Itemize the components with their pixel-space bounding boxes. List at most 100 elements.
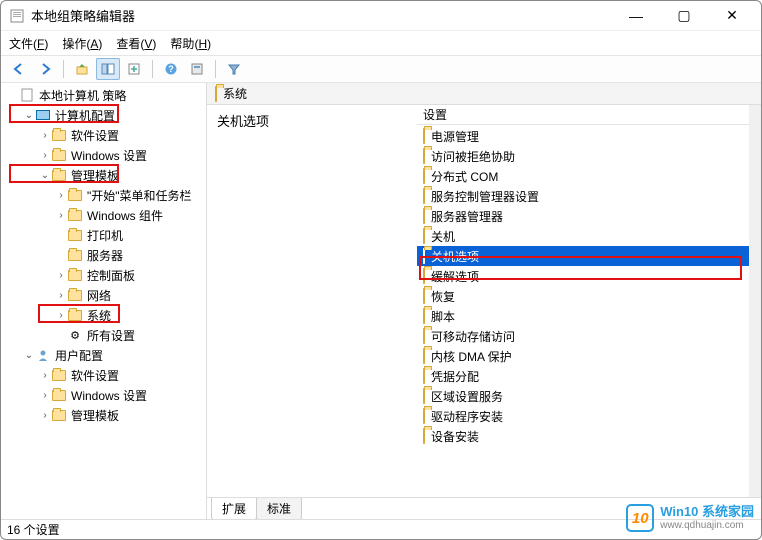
tree-node[interactable]: ⌄管理模板 bbox=[1, 165, 206, 185]
chevron-right-icon[interactable]: › bbox=[39, 130, 51, 141]
list-item[interactable]: 区域设置服务 bbox=[417, 386, 749, 406]
chevron-right-icon[interactable]: › bbox=[39, 410, 51, 421]
chevron-down-icon[interactable]: ⌄ bbox=[39, 170, 51, 181]
chevron-right-icon[interactable]: › bbox=[55, 310, 67, 321]
chevron-right-icon[interactable]: › bbox=[55, 270, 67, 281]
chevron-right-icon[interactable]: › bbox=[39, 370, 51, 381]
tree-root-label: 本地计算机 策略 bbox=[39, 87, 126, 104]
list-item[interactable]: 恢复 bbox=[417, 286, 749, 306]
chevron-right-icon[interactable]: › bbox=[39, 390, 51, 401]
export-button[interactable] bbox=[122, 58, 146, 80]
toolbar-separator bbox=[215, 60, 216, 78]
tab-extended[interactable]: 扩展 bbox=[211, 498, 257, 520]
list-item[interactable]: 可移动存储访问 bbox=[417, 326, 749, 346]
tree-pane: ▶ 本地计算机 策略 ⌄计算机配置›软件设置›Windows 设置⌄管理模板›"… bbox=[1, 83, 207, 519]
list-item-label: 驱动程序安装 bbox=[431, 408, 503, 425]
description-pane: 关机选项 bbox=[207, 105, 417, 497]
list-item-label: 服务器管理器 bbox=[431, 208, 503, 225]
tree-node[interactable]: › Windows 设置 bbox=[1, 145, 206, 165]
list-item[interactable]: 服务控制管理器设置 bbox=[417, 186, 749, 206]
menu-action[interactable]: 操作(A) bbox=[62, 35, 102, 52]
folder-icon bbox=[67, 248, 83, 262]
folder-icon bbox=[423, 149, 425, 163]
forward-button[interactable] bbox=[33, 58, 57, 80]
chevron-right-icon[interactable]: › bbox=[55, 210, 67, 221]
chevron-right-icon[interactable]: › bbox=[55, 190, 67, 201]
folder-icon bbox=[423, 309, 425, 323]
tree-node-label: Windows 设置 bbox=[71, 147, 147, 164]
tree-node[interactable]: ›⚙所有设置 bbox=[1, 325, 206, 345]
tree-node[interactable]: › 软件设置 bbox=[1, 365, 206, 385]
filter-button[interactable] bbox=[222, 58, 246, 80]
chevron-down-icon[interactable]: ⌄ bbox=[23, 110, 35, 121]
list-item-label: 关机 bbox=[431, 228, 455, 245]
watermark-url: www.qdhuajin.com bbox=[660, 520, 754, 531]
tree-node[interactable]: ›系统 bbox=[1, 305, 206, 325]
folder-icon bbox=[67, 268, 83, 282]
menu-file[interactable]: 文件(F) bbox=[9, 35, 48, 52]
folder-icon bbox=[423, 189, 425, 203]
tree-node-label: 所有设置 bbox=[87, 327, 135, 344]
folder-icon bbox=[51, 408, 67, 422]
chevron-none-icon: › bbox=[55, 230, 67, 241]
menu-view[interactable]: 查看(V) bbox=[116, 35, 156, 52]
chevron-down-icon[interactable]: ⌄ bbox=[23, 350, 35, 361]
close-button[interactable]: ✕ bbox=[717, 6, 747, 26]
list-item[interactable]: 分布式 COM bbox=[417, 166, 749, 186]
tree-node[interactable]: ›Windows 设置 bbox=[1, 385, 206, 405]
tree-node[interactable]: ›控制面板 bbox=[1, 265, 206, 285]
tree-node[interactable]: › 软件设置 bbox=[1, 125, 206, 145]
tree-node[interactable]: ›网络 bbox=[1, 285, 206, 305]
tree-node-label: 软件设置 bbox=[71, 127, 119, 144]
list-item-label: 关机选项 bbox=[431, 248, 479, 265]
tab-standard[interactable]: 标准 bbox=[256, 498, 302, 520]
tree-node[interactable]: ⌄ 用户配置 bbox=[1, 345, 206, 365]
menu-help[interactable]: 帮助(H) bbox=[170, 35, 211, 52]
up-button[interactable] bbox=[70, 58, 94, 80]
right-pane: 系统 关机选项 设置 电源管理访问被拒绝协助分布式 COM服务控制管理器设置服务… bbox=[207, 83, 761, 519]
list-item-label: 恢复 bbox=[431, 288, 455, 305]
chevron-right-icon[interactable]: › bbox=[39, 150, 51, 161]
tree-node-label: 软件设置 bbox=[71, 367, 119, 384]
list-item[interactable]: 关机 bbox=[417, 226, 749, 246]
toolbar: ? bbox=[1, 55, 761, 83]
titlebar: 本地组策略编辑器 — ▢ ✕ bbox=[1, 1, 761, 31]
tree-node-label: Windows 组件 bbox=[87, 207, 163, 224]
properties-button[interactable] bbox=[185, 58, 209, 80]
maximize-button[interactable]: ▢ bbox=[669, 6, 699, 26]
list-item[interactable]: 内核 DMA 保护 bbox=[417, 346, 749, 366]
list-item[interactable]: 凭据分配 bbox=[417, 366, 749, 386]
help-button[interactable]: ? bbox=[159, 58, 183, 80]
list-item[interactable]: 脚本 bbox=[417, 306, 749, 326]
list-item-label: 电源管理 bbox=[431, 128, 479, 145]
tree-node[interactable]: ⌄计算机配置 bbox=[1, 105, 206, 125]
list-item-label: 凭据分配 bbox=[431, 368, 479, 385]
tree-node[interactable]: ›打印机 bbox=[1, 225, 206, 245]
back-button[interactable] bbox=[7, 58, 31, 80]
tree-node[interactable]: ›服务器 bbox=[1, 245, 206, 265]
chevron-right-icon[interactable]: › bbox=[55, 290, 67, 301]
list-item[interactable]: 关机选项 bbox=[417, 246, 749, 266]
folder-icon bbox=[423, 369, 425, 383]
list-item[interactable]: 访问被拒绝协助 bbox=[417, 146, 749, 166]
folder-icon bbox=[423, 129, 425, 143]
list-item[interactable]: 缓解选项 bbox=[417, 266, 749, 286]
menubar: 文件(F) 操作(A) 查看(V) 帮助(H) bbox=[1, 31, 761, 55]
tree-node[interactable]: ›管理模板 bbox=[1, 405, 206, 425]
tree-root[interactable]: ▶ 本地计算机 策略 bbox=[1, 85, 206, 105]
list-column-header[interactable]: 设置 bbox=[417, 105, 749, 125]
list-item[interactable]: 驱动程序安装 bbox=[417, 406, 749, 426]
list-item[interactable]: 设备安装 bbox=[417, 426, 749, 446]
tree-node[interactable]: › Windows 组件 bbox=[1, 205, 206, 225]
list-item-label: 分布式 COM bbox=[431, 168, 498, 185]
content: ▶ 本地计算机 策略 ⌄计算机配置›软件设置›Windows 设置⌄管理模板›"… bbox=[1, 83, 761, 519]
show-tree-button[interactable] bbox=[96, 58, 120, 80]
folder-icon bbox=[51, 128, 67, 142]
chevron-none-icon: › bbox=[55, 250, 67, 261]
minimize-button[interactable]: — bbox=[621, 6, 651, 26]
list-item[interactable]: 电源管理 bbox=[417, 126, 749, 146]
watermark-title: Win10 系统家园 bbox=[660, 505, 754, 519]
tree-node[interactable]: ›"开始"菜单和任务栏 bbox=[1, 185, 206, 205]
tree-node-label: 用户配置 bbox=[55, 347, 103, 364]
list-item[interactable]: 服务器管理器 bbox=[417, 206, 749, 226]
